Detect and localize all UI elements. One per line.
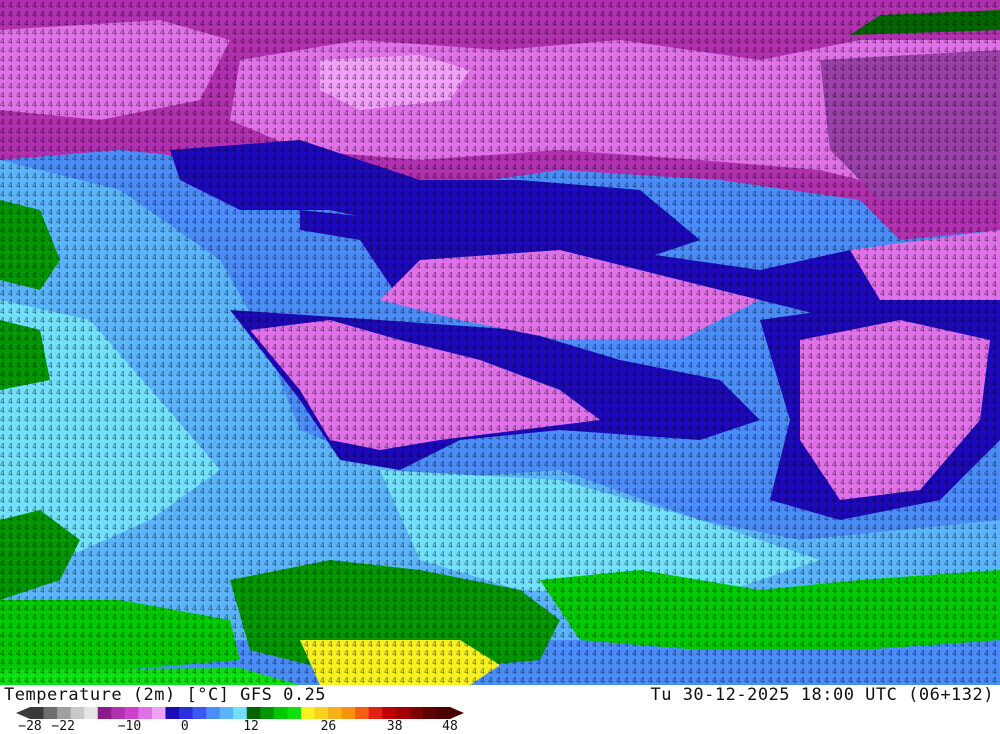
colorbar-swatch xyxy=(368,707,383,719)
colorbar-swatch xyxy=(165,707,180,719)
colorbar-swatch xyxy=(395,707,410,719)
colorbar-tick-label: 12 xyxy=(243,719,259,734)
colorbar-swatch xyxy=(233,707,248,719)
colorbar-tick-label: 48 xyxy=(442,719,458,734)
colorbar-right-arrow xyxy=(450,707,464,719)
colorbar-swatch xyxy=(219,707,234,719)
colorbar-swatch xyxy=(246,707,261,719)
colorbar-swatch xyxy=(179,707,194,719)
forecast-datetime: Tu 30-12-2025 18:00 UTC (06+132) xyxy=(650,685,994,705)
colorbar-swatch xyxy=(124,707,139,719)
colorbar-swatch xyxy=(328,707,343,719)
colorbar-swatch xyxy=(111,707,126,719)
colorbar-swatch xyxy=(287,707,302,719)
colorbar-tick-label: −10 xyxy=(117,719,142,734)
colorbar-swatch xyxy=(151,707,166,719)
colorbar-tick-label: 0 xyxy=(180,719,189,734)
colorbar-swatch xyxy=(436,707,451,719)
colorbar-swatch xyxy=(43,707,58,719)
colorbar-swatch xyxy=(70,707,85,719)
colorbar-swatch xyxy=(206,707,221,719)
colorbar-swatch xyxy=(314,707,329,719)
colorbar-swatch xyxy=(97,707,112,719)
colorbar-tick-label: 38 xyxy=(386,719,403,734)
colorbar-swatch xyxy=(260,707,275,719)
colorbar-swatch xyxy=(57,707,72,719)
colorbar-tick-label: −22 xyxy=(51,719,75,734)
colorbar-swatch xyxy=(273,707,288,719)
map-footer: Temperature (2m) [°C] GFS 0.25 Tu 30-12-… xyxy=(0,685,1000,734)
colorbar-tick-label: 26 xyxy=(320,719,337,734)
colorbar-swatch xyxy=(409,707,424,719)
colorbar-swatch xyxy=(341,707,356,719)
map-canvas: 4 1 xyxy=(0,0,1000,685)
map-title: Temperature (2m) [°C] GFS 0.25 xyxy=(4,685,327,705)
colorbar-left-arrow xyxy=(16,707,30,719)
colorbar-swatch xyxy=(138,707,153,719)
colorbar-swatch xyxy=(300,707,316,719)
colorbar-tick-label: −28 xyxy=(18,719,42,734)
colorbar-swatch xyxy=(30,707,45,719)
value-grid-overlay xyxy=(0,0,1000,685)
colorbar-swatch xyxy=(84,707,99,719)
temperature-map: 4 1 xyxy=(0,0,1000,685)
colorbar-swatch xyxy=(382,707,397,719)
colorbar-swatch xyxy=(422,707,437,719)
colorbar-swatch xyxy=(355,707,370,719)
colorbar-swatch xyxy=(192,707,207,719)
